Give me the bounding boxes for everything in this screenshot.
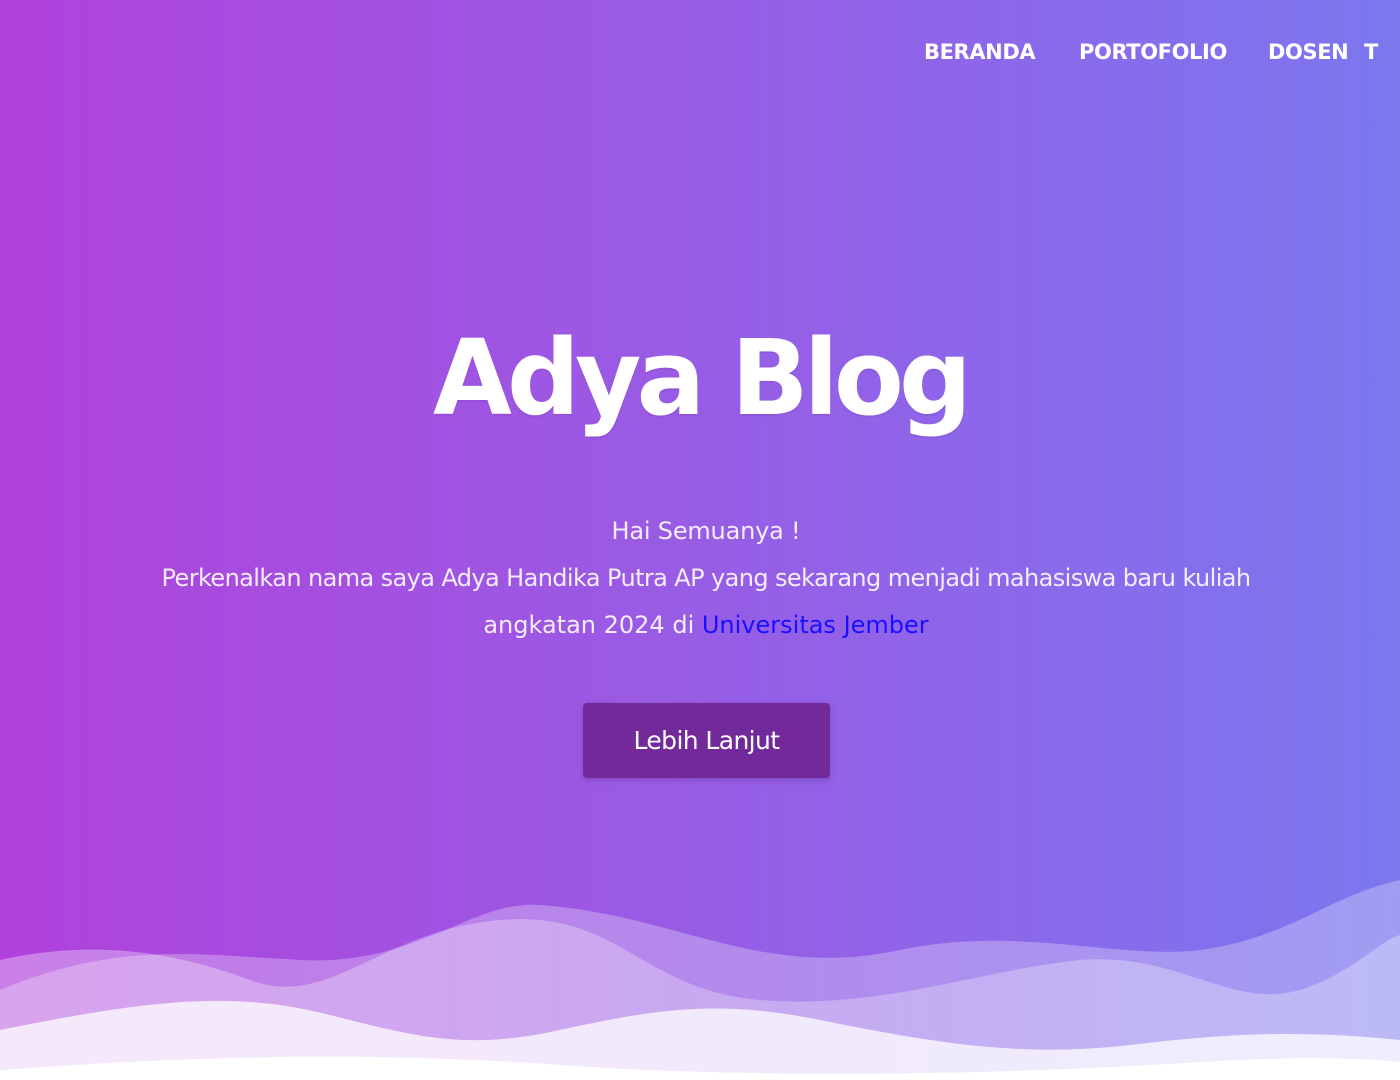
decorative-waves	[0, 880, 1400, 1080]
nav-link-beranda[interactable]: BERANDA	[924, 34, 1036, 70]
intro-line-1: Perkenalkan nama saya Adya Handika Putra…	[161, 564, 1252, 592]
nav-link-portofolio[interactable]: PORTOFOLIO	[1079, 34, 1227, 70]
intro-line-2-prefix: angkatan 2024 di	[483, 611, 702, 639]
intro-text: Hai Semuanya ! Perkenalkan nama saya Ady…	[60, 508, 1352, 649]
nav-link-truncated[interactable]: T	[1364, 34, 1378, 70]
lebih-lanjut-button[interactable]: Lebih Lanjut	[583, 703, 830, 778]
intro-line-2: angkatan 2024 di Universitas Jember	[60, 602, 1352, 649]
greeting-text: Hai Semuanya !	[611, 517, 801, 545]
nav-link-dosen[interactable]: DOSEN	[1268, 34, 1349, 70]
top-navigation: BERANDA PORTOFOLIO DOSEN T	[0, 34, 1400, 74]
hero-section: BERANDA PORTOFOLIO DOSEN T Adya Blog Hai…	[0, 0, 1400, 1080]
page-title: Adya Blog	[432, 317, 972, 439]
university-link[interactable]: Universitas Jember	[702, 611, 929, 639]
